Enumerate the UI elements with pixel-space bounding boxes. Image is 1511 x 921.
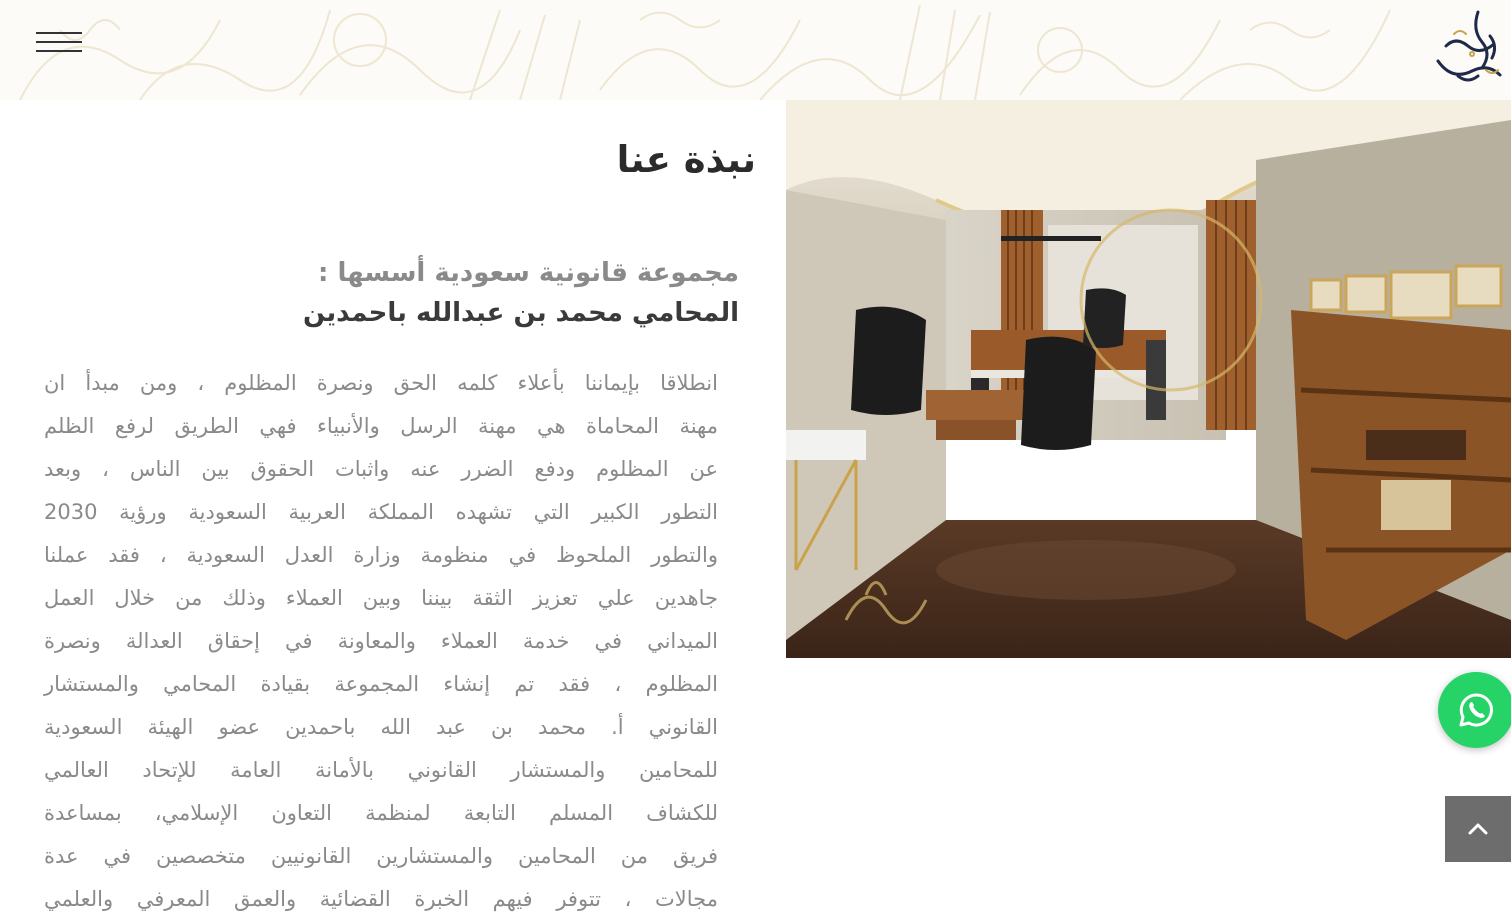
page: نبذة عنا مجموعة قانونية سعودية أسسها : ا… [0, 0, 1511, 921]
paragraph-line: التطور الكبير التي تشهده المملكة العربية… [44, 500, 718, 524]
paragraph-line: عن المظلوم ودفع الضرر عنه واثبات الحقوق … [44, 457, 718, 481]
calligraphy-logo-icon[interactable] [1428, 6, 1508, 92]
whatsapp-icon [1459, 693, 1493, 727]
hamburger-menu-icon[interactable] [36, 30, 82, 54]
paragraph-line: للكشاف المسلم التابعة لمنظمة التعاون الإ… [44, 801, 718, 825]
founder-name-line: المحامي محمد بن عبدالله باحمدين [303, 298, 739, 328]
paragraph-line: جاهدين علي تعزيز الثقة بيننا وبين العملا… [44, 586, 718, 610]
about-paragraph: انطلاقا بإيماننا بأعلاء كلمه الحق ونصرة … [44, 362, 718, 921]
paragraph-line: مهنة المحاماة هي مهنة الرسل والأنبياء فه… [44, 414, 718, 438]
back-to-top-button[interactable] [1445, 796, 1511, 862]
office-photo [786, 100, 1511, 658]
paragraph-line: الميداني في خدمة العملاء والمعاونة في إح… [44, 629, 718, 653]
header-pattern [19, 4, 1391, 100]
about-title: نبذة عنا [616, 138, 756, 181]
paragraph-line: فريق من المحامين والمستشارين القانونيين … [44, 844, 718, 868]
founder-intro-line: مجموعة قانونية سعودية أسسها : [318, 258, 739, 288]
paragraph-line: القانوني أ. محمد بن عبد الله باحمدين عضو… [44, 715, 718, 739]
paragraph-line: المظلوم ، فقد تم إنشاء المجموعة بقيادة ا… [44, 672, 718, 696]
paragraph-line: للمحامين والمستشار القانوني بالأمانة الع… [44, 758, 718, 782]
paragraph-line: والتطور الملحوظ في منظومة وزارة العدل ال… [44, 543, 718, 567]
site-header [0, 0, 1511, 100]
chevron-up-icon [1468, 823, 1488, 835]
paragraph-line: انطلاقا بإيماننا بأعلاء كلمه الحق ونصرة … [44, 371, 718, 395]
paragraph-line: مجالات ، تتوفر فيهم الخبرة القضائية والع… [44, 887, 718, 911]
whatsapp-button[interactable] [1438, 672, 1511, 748]
